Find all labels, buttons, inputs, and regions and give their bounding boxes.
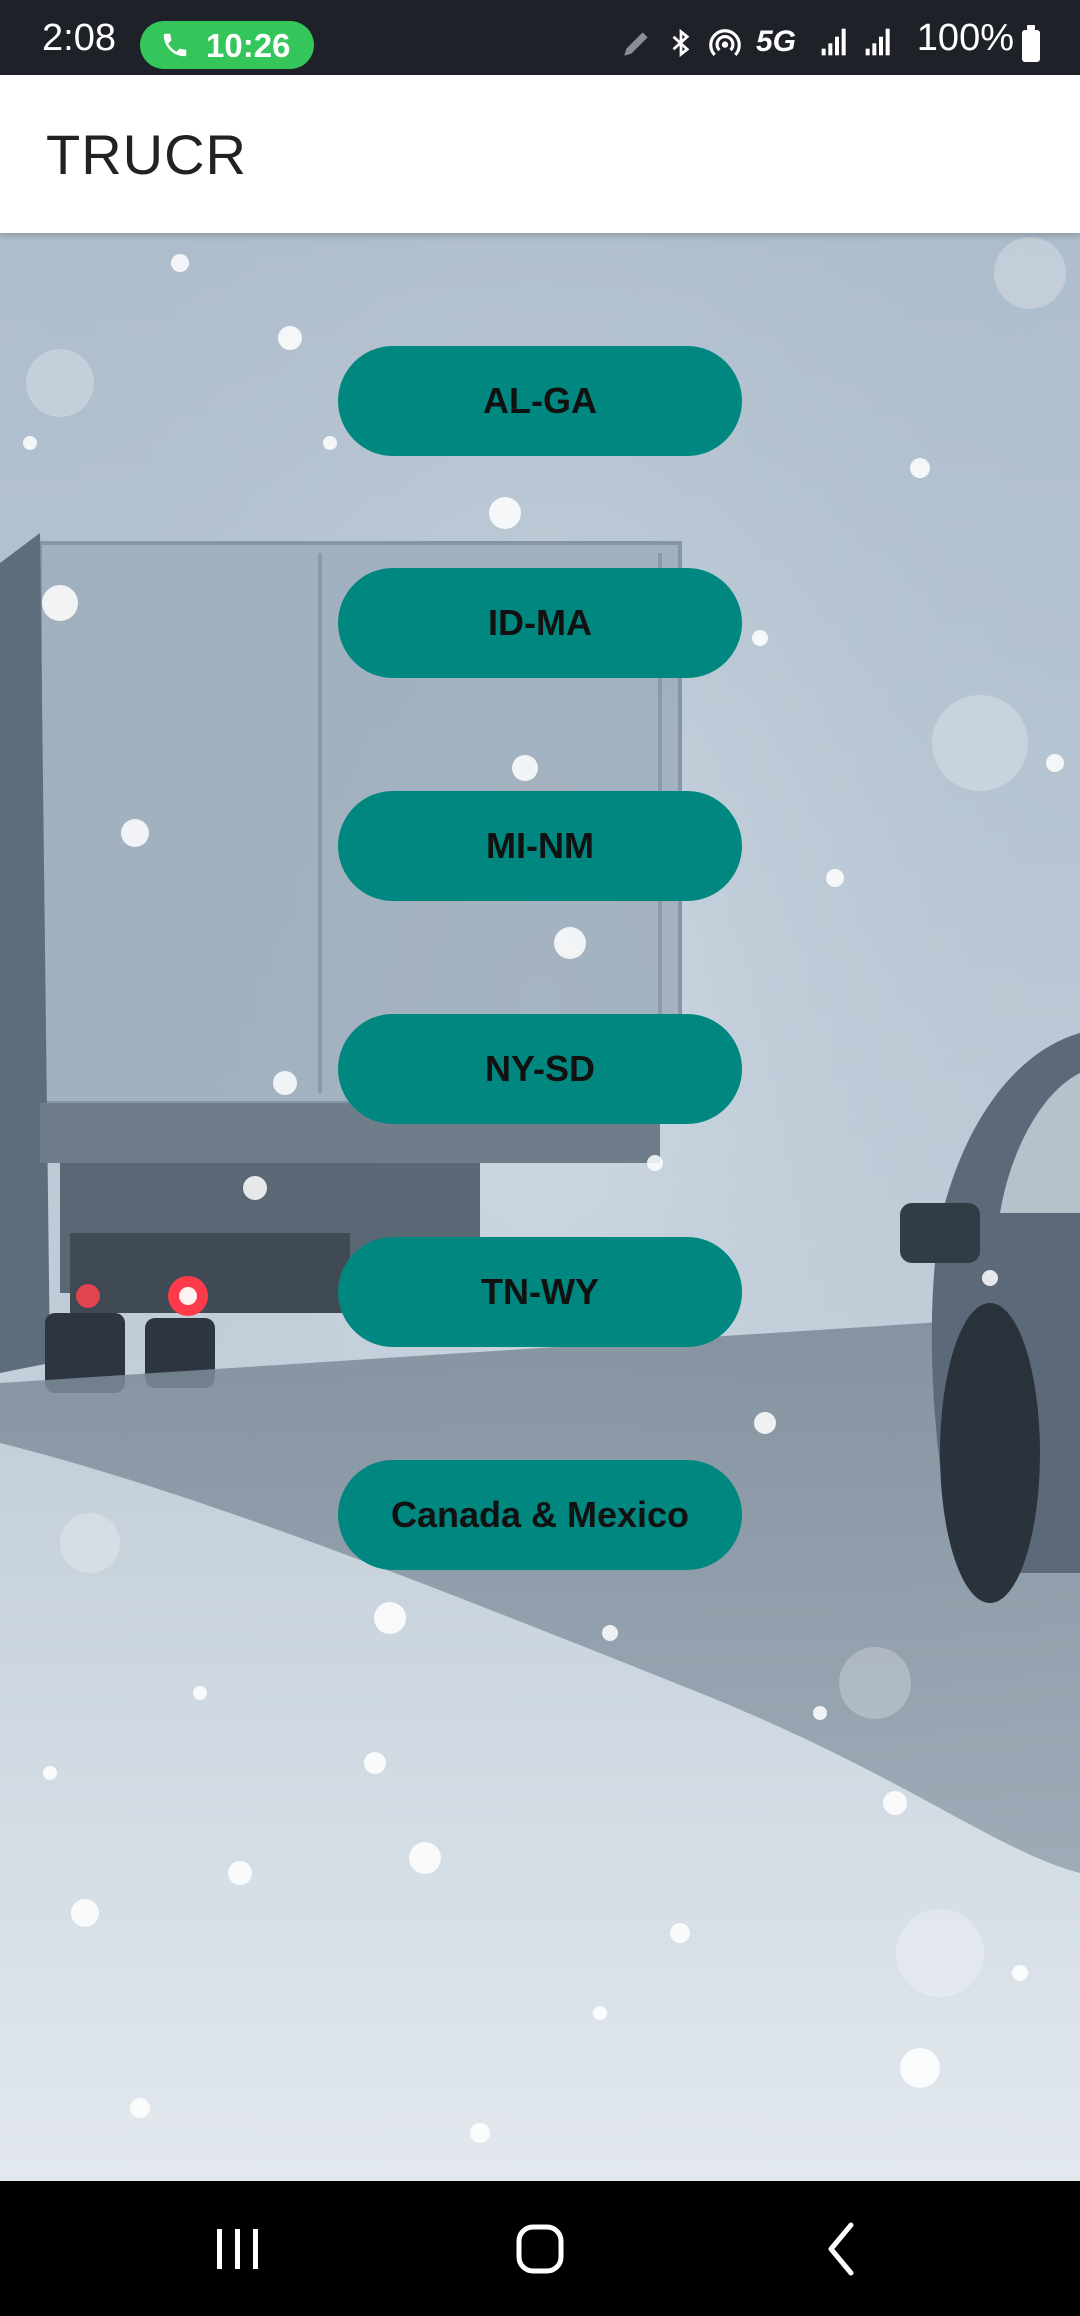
status-bar: 2:08 10:26 5G 100% [0, 0, 1080, 75]
5g-icon: 5G [756, 25, 797, 58]
hotspot-icon [709, 29, 741, 56]
status-time: 2:08 [42, 17, 116, 59]
region-button-mi-nm[interactable]: MI-NM [338, 791, 742, 901]
signal-icon-2 [865, 28, 890, 56]
app-title: TRUCR [46, 123, 247, 186]
ongoing-call-chip[interactable]: 10:26 [140, 21, 314, 69]
app-bar: TRUCR [0, 75, 1080, 233]
region-button-canada-mexico[interactable]: Canada & Mexico [338, 1460, 742, 1570]
bluetooth-icon [672, 28, 690, 58]
phone-icon [163, 33, 187, 57]
region-menu-screen: AL-GA ID-MA MI-NM NY-SD TN-WY Canada & M… [0, 233, 1080, 2181]
status-icons: 5G 100% [600, 0, 1080, 75]
home-icon[interactable] [495, 2211, 585, 2287]
signal-icon [821, 28, 846, 56]
back-icon[interactable] [797, 2211, 887, 2287]
recent-apps-icon[interactable] [193, 2211, 283, 2287]
region-button-list: AL-GA ID-MA MI-NM NY-SD TN-WY Canada & M… [0, 233, 1080, 2181]
region-button-ny-sd[interactable]: NY-SD [338, 1014, 742, 1124]
region-button-tn-wy[interactable]: TN-WY [338, 1237, 742, 1347]
battery-icon [1022, 25, 1040, 62]
system-navigation-bar [0, 2181, 1080, 2316]
call-duration: 10:26 [206, 27, 291, 64]
battery-percentage: 100% [916, 17, 1014, 59]
screen: 2:08 10:26 5G 100% TRUCR AL-GA ID-MA MI-… [0, 0, 1080, 2316]
region-button-id-ma[interactable]: ID-MA [338, 568, 742, 678]
pen-icon [624, 32, 648, 56]
region-button-al-ga[interactable]: AL-GA [338, 346, 742, 456]
